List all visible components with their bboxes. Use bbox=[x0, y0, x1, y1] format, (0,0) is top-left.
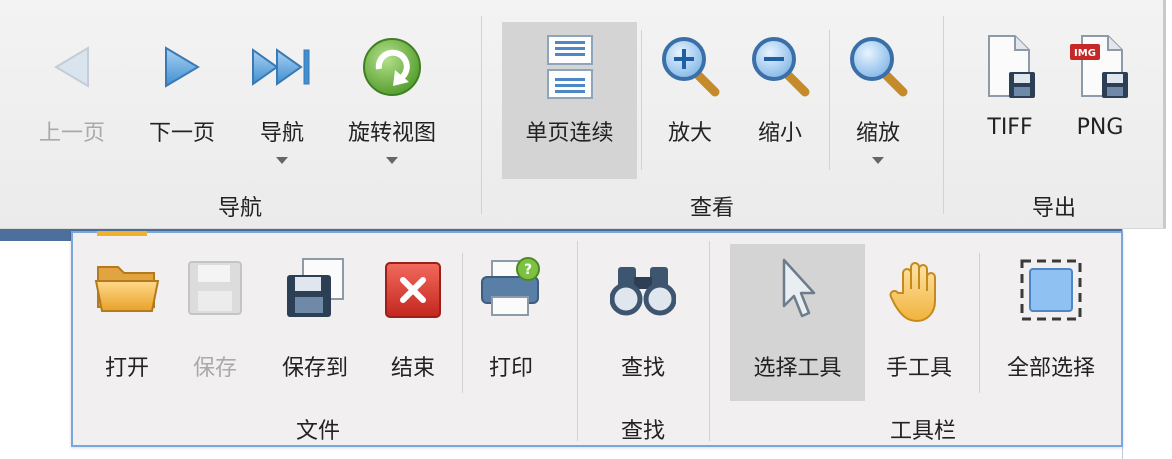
floppy-icon bbox=[188, 261, 242, 315]
print-button[interactable]: ? 打印 bbox=[469, 245, 553, 395]
svg-text:?: ? bbox=[524, 262, 532, 278]
save-to-label: 保存到 bbox=[281, 356, 348, 381]
export-group-label: 导出 bbox=[1031, 196, 1076, 221]
prev-page-label: 上一页 bbox=[38, 121, 105, 146]
zoom-label: 缩放 bbox=[855, 121, 900, 146]
group-divider bbox=[709, 241, 710, 441]
tools-group-label: 工具栏 bbox=[889, 419, 956, 444]
export-tiff-button[interactable]: TIFF bbox=[968, 20, 1052, 170]
chevron-down-icon bbox=[872, 157, 884, 164]
triangle-right-icon bbox=[165, 46, 200, 88]
binoculars-icon bbox=[610, 267, 676, 316]
skip-forward-icon bbox=[252, 48, 310, 86]
export-png-button[interactable]: IMG PNG bbox=[1058, 20, 1142, 170]
prev-page-button[interactable]: 上一页 bbox=[28, 20, 116, 170]
select-tool-label: 选择工具 bbox=[753, 356, 842, 381]
hand-icon bbox=[889, 262, 936, 323]
group-divider bbox=[577, 241, 578, 441]
close-icon bbox=[385, 262, 441, 318]
file-group-label: 文件 bbox=[295, 419, 340, 444]
zoom-in-label: 放大 bbox=[667, 121, 712, 146]
view-group-label: 查看 bbox=[689, 196, 734, 221]
single-page-continuous-button[interactable]: 单页连续 bbox=[502, 22, 637, 179]
button-divider bbox=[462, 253, 463, 393]
folder-icon bbox=[94, 266, 160, 312]
group-divider bbox=[943, 16, 944, 214]
navigate-button[interactable]: 导航 bbox=[240, 20, 324, 170]
zoom-out-icon bbox=[752, 37, 810, 97]
cursor-icon bbox=[782, 258, 815, 318]
select-tool-button[interactable]: 选择工具 bbox=[730, 244, 865, 401]
save-to-icon bbox=[287, 258, 344, 317]
navigation-group-label: 导航 bbox=[217, 196, 262, 221]
button-divider bbox=[641, 30, 642, 170]
chevron-down-icon bbox=[386, 157, 398, 164]
zoom-out-button[interactable]: 缩小 bbox=[738, 20, 822, 170]
rotate-view-button[interactable]: 旋转视图 bbox=[336, 20, 448, 170]
active-indicator bbox=[97, 231, 147, 236]
open-label: 打开 bbox=[104, 356, 149, 381]
png-label: PNG bbox=[1076, 115, 1124, 140]
next-page-button[interactable]: 下一页 bbox=[138, 20, 226, 170]
window-edge bbox=[1163, 0, 1166, 228]
button-divider bbox=[979, 253, 980, 393]
next-page-label: 下一页 bbox=[148, 121, 215, 146]
floating-toolbar: 打开 保存 保存到 结束 ? 打印 文件 查找 查找 选择工具 手工具 全部选择… bbox=[71, 231, 1123, 447]
printer-icon: ? bbox=[481, 257, 540, 316]
single-page-continuous-label: 单页连续 bbox=[525, 121, 614, 146]
chevron-down-icon bbox=[276, 157, 288, 164]
zoom-out-label: 缩小 bbox=[757, 121, 802, 146]
find-group-label: 查找 bbox=[620, 419, 665, 444]
zoom-in-icon bbox=[662, 37, 720, 97]
select-all-button[interactable]: 全部选择 bbox=[991, 245, 1111, 395]
save-label: 保存 bbox=[192, 356, 237, 381]
select-all-icon bbox=[1020, 259, 1082, 321]
document-side bbox=[1122, 229, 1172, 459]
open-button[interactable]: 打开 bbox=[85, 245, 169, 395]
hand-tool-button[interactable]: 手工具 bbox=[877, 245, 961, 395]
zoom-button[interactable]: 缩放 bbox=[836, 20, 920, 170]
png-file-icon: IMG bbox=[1070, 35, 1128, 98]
save-to-button[interactable]: 保存到 bbox=[263, 245, 367, 395]
end-button[interactable]: 结束 bbox=[371, 245, 455, 395]
select-all-label: 全部选择 bbox=[1006, 356, 1095, 381]
page-stack-icon bbox=[546, 35, 593, 99]
find-label: 查找 bbox=[620, 356, 665, 381]
print-label: 打印 bbox=[488, 356, 533, 381]
rotate-icon bbox=[363, 38, 421, 96]
magnifier-icon bbox=[850, 37, 908, 97]
rotate-view-label: 旋转视图 bbox=[347, 121, 436, 146]
navigate-label: 导航 bbox=[259, 121, 304, 146]
tiff-label: TIFF bbox=[987, 115, 1033, 140]
zoom-in-button[interactable]: 放大 bbox=[648, 20, 732, 170]
save-button[interactable]: 保存 bbox=[173, 245, 257, 395]
triangle-left-icon bbox=[54, 46, 89, 88]
top-ribbon: 上一页 下一页 导航 旋转视图 导航 单页连续 放大 缩小 缩放 查看 TIFF… bbox=[0, 0, 1166, 229]
end-label: 结束 bbox=[390, 356, 435, 381]
group-divider bbox=[481, 16, 482, 214]
img-badge-text: IMG bbox=[1074, 48, 1096, 59]
find-button[interactable]: 查找 bbox=[601, 245, 685, 395]
tiff-file-icon bbox=[988, 35, 1035, 98]
button-divider bbox=[829, 30, 830, 170]
hand-tool-label: 手工具 bbox=[885, 356, 952, 381]
